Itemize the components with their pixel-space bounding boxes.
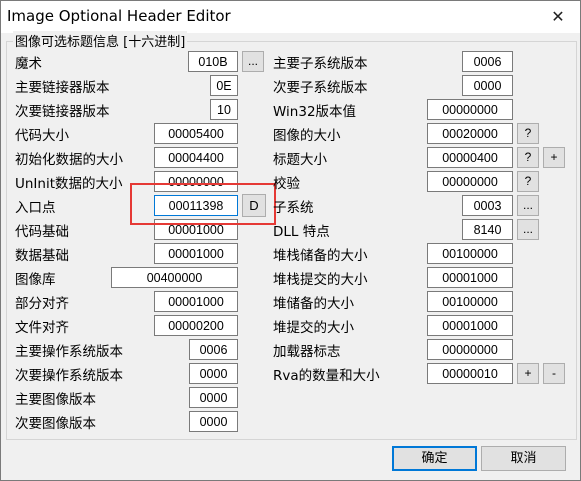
major-subsystem-version-field[interactable]: 0006 [462, 51, 513, 72]
file-alignment-label: 文件对齐 [15, 320, 69, 336]
win32-version-value-label: Win32版本值 [273, 104, 357, 120]
magic-label: 魔术 [15, 56, 42, 72]
dll-characteristics-field[interactable]: 8140 [462, 219, 513, 240]
minor-subsystem-version-field[interactable]: 0000 [462, 75, 513, 96]
size-of-stack-reserve-label: 堆栈储备的大小 [273, 248, 368, 264]
dll-characteristics-label: DLL 特点 [273, 224, 330, 240]
size-of-heap-commit-label: 堆提交的大小 [273, 320, 354, 336]
magic-field[interactable]: 010B [188, 51, 238, 72]
major-linker-version-field[interactable]: 0E [210, 75, 238, 96]
subsystem-label: 子系统 [273, 200, 314, 216]
size-of-stack-reserve-field[interactable]: 00100000 [427, 243, 513, 264]
dll-characteristics-browse-button[interactable]: ... [517, 219, 539, 240]
title-bar: Image Optional Header Editor ✕ [1, 1, 580, 33]
group-title: 图像可选标题信息 [十六进制] [13, 31, 188, 50]
subsystem-field[interactable]: 0003 [462, 195, 513, 216]
size-of-image-field[interactable]: 00020000 [427, 123, 513, 144]
minor-subsystem-version-label: 次要子系统版本 [273, 80, 368, 96]
checksum-label: 校验 [273, 176, 300, 192]
entry-point-label: 入口点 [15, 200, 56, 216]
checksum-help-button[interactable]: ? [517, 171, 539, 192]
major-image-version-field[interactable]: 0000 [189, 387, 238, 408]
size-of-code-field[interactable]: 00005400 [154, 123, 238, 144]
number-of-rva-and-sizes-label: Rva的数量和大小 [273, 368, 380, 384]
size-of-headers-plus-button[interactable]: + [543, 147, 565, 168]
base-of-data-label: 数据基础 [15, 248, 69, 264]
size-of-image-label: 图像的大小 [273, 128, 341, 144]
ok-button[interactable]: 确定 [392, 446, 477, 471]
base-of-code-label: 代码基础 [15, 224, 69, 240]
size-of-heap-commit-field[interactable]: 00001000 [427, 315, 513, 336]
entry-point-highlight [130, 183, 276, 225]
major-subsystem-version-label: 主要子系统版本 [273, 56, 368, 72]
minor-os-version-label: 次要操作系统版本 [15, 368, 123, 384]
cancel-button[interactable]: 取消 [481, 446, 566, 471]
image-base-label: 图像库 [15, 272, 56, 288]
size-of-headers-help-button[interactable]: ? [517, 147, 539, 168]
subsystem-browse-button[interactable]: ... [517, 195, 539, 216]
section-alignment-field[interactable]: 00001000 [154, 291, 238, 312]
major-image-version-label: 主要图像版本 [15, 392, 96, 408]
editor-dialog: Image Optional Header Editor ✕ 图像可选标题信息 … [0, 0, 581, 481]
image-base-field[interactable]: 00400000 [111, 267, 238, 288]
major-linker-version-label: 主要链接器版本 [15, 80, 110, 96]
size-of-headers-field[interactable]: 00000400 [427, 147, 513, 168]
major-os-version-field[interactable]: 0006 [189, 339, 238, 360]
minor-linker-version-field[interactable]: 10 [210, 99, 238, 120]
base-of-data-field[interactable]: 00001000 [154, 243, 238, 264]
size-of-heap-reserve-field[interactable]: 00100000 [427, 291, 513, 312]
win32-version-value-field[interactable]: 00000000 [427, 99, 513, 120]
minor-image-version-field[interactable]: 0000 [189, 411, 238, 432]
size-of-initialized-data-field[interactable]: 00004400 [154, 147, 238, 168]
minor-os-version-field[interactable]: 0000 [189, 363, 238, 384]
size-of-image-help-button[interactable]: ? [517, 123, 539, 144]
checksum-field[interactable]: 00000000 [427, 171, 513, 192]
number-of-rva-and-sizes-field[interactable]: 00000010 [427, 363, 513, 384]
size-of-heap-reserve-label: 堆储备的大小 [273, 296, 354, 312]
size-of-headers-label: 标题大小 [273, 152, 327, 168]
close-icon[interactable]: ✕ [544, 6, 572, 28]
rva-count-minus-button[interactable]: - [543, 363, 565, 384]
minor-linker-version-label: 次要链接器版本 [15, 104, 110, 120]
window-title: Image Optional Header Editor [7, 7, 231, 25]
file-alignment-field[interactable]: 00000200 [154, 315, 238, 336]
size-of-stack-commit-label: 堆栈提交的大小 [273, 272, 368, 288]
magic-browse-button[interactable]: ... [242, 51, 264, 72]
major-os-version-label: 主要操作系统版本 [15, 344, 123, 360]
size-of-code-label: 代码大小 [15, 128, 69, 144]
section-alignment-label: 部分对齐 [15, 296, 69, 312]
size-of-uninitialized-data-label: UnInit数据的大小 [15, 176, 123, 192]
loader-flags-label: 加载器标志 [273, 344, 341, 360]
loader-flags-field[interactable]: 00000000 [427, 339, 513, 360]
minor-image-version-label: 次要图像版本 [15, 416, 96, 432]
size-of-initialized-data-label: 初始化数据的大小 [15, 152, 123, 168]
size-of-stack-commit-field[interactable]: 00001000 [427, 267, 513, 288]
rva-count-plus-button[interactable]: + [517, 363, 539, 384]
